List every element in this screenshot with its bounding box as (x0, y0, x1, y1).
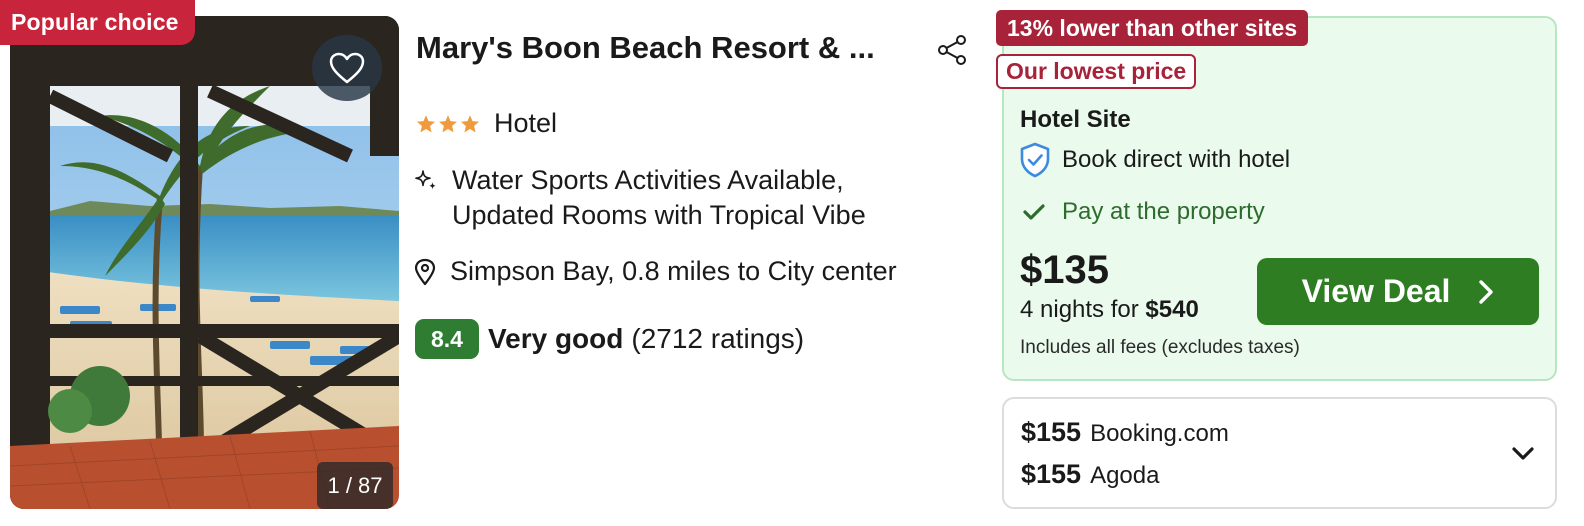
other-offers-dropdown[interactable]: $155 Booking.com $155 Agoda (1002, 397, 1557, 509)
amenity-text: Water Sports Activities Available, Updat… (452, 163, 866, 233)
stay-total-amount: $540 (1145, 296, 1199, 323)
rating-count: (2712 ratings) (631, 323, 805, 354)
pay-at-property-row: Pay at the property (1022, 198, 1265, 226)
rating-label: Very good (488, 323, 624, 354)
guest-rating[interactable]: 8.4 Very good (2712 ratings) (415, 319, 804, 359)
offer-site: Agoda (1090, 462, 1160, 489)
stay-total-label: 4 nights for (1020, 296, 1139, 323)
star-icon (439, 114, 457, 132)
chevron-down-icon[interactable] (1510, 443, 1536, 465)
offer-price: $155 (1021, 417, 1082, 447)
location-text: Simpson Bay, 0.8 miles to City center (450, 256, 897, 286)
nightly-price: $135 (1020, 248, 1109, 292)
star-icon (417, 114, 435, 132)
view-deal-label: View Deal (1301, 273, 1451, 309)
share-icon (938, 35, 966, 65)
location-row: Simpson Bay, 0.8 miles to City center (414, 256, 897, 287)
deal-site-name: Hotel Site (1020, 106, 1131, 133)
hotel-listing-card: Popular choice 1 / 87 Mary's Boon Beach … (0, 0, 1584, 526)
offer-row: $155 Agoda (1021, 459, 1159, 490)
offer-row: $155 Booking.com (1021, 417, 1229, 448)
property-type: Hotel (494, 108, 558, 138)
book-direct-row: Book direct with hotel (1018, 142, 1290, 178)
pay-at-property-text: Pay at the property (1062, 198, 1265, 225)
rating-score-badge: 8.4 (415, 319, 479, 359)
favorite-button[interactable] (312, 35, 382, 101)
book-direct-text: Book direct with hotel (1062, 146, 1291, 173)
popular-choice-badge: Popular choice (0, 0, 195, 45)
shield-check-icon (1020, 142, 1050, 178)
amenity-line: Water Sports Activities Available, (452, 165, 844, 195)
check-icon (1023, 204, 1045, 220)
chevron-right-icon (1478, 279, 1494, 305)
offer-price: $155 (1021, 459, 1082, 489)
hotel-name[interactable]: Mary's Boon Beach Resort & ... (416, 30, 916, 66)
fees-note: Includes all fees (excludes taxes) (1020, 337, 1300, 358)
lowest-price-tag: Our lowest price (996, 54, 1197, 89)
stay-total: 4 nights for $540 (1020, 296, 1199, 324)
share-button[interactable] (936, 34, 968, 66)
photo-counter: 1 / 87 (317, 462, 393, 509)
hotel-class-row: Hotel (416, 108, 557, 139)
heart-icon (329, 52, 365, 84)
map-pin-icon (414, 258, 436, 285)
view-deal-button[interactable]: View Deal (1257, 258, 1539, 325)
savings-tag: 13% lower than other sites (996, 10, 1309, 46)
amenity-highlight: Water Sports Activities Available, Updat… (414, 163, 866, 233)
star-rating (416, 114, 480, 134)
offer-site: Booking.com (1090, 420, 1229, 447)
amenity-line: Updated Rooms with Tropical Vibe (452, 200, 866, 230)
sparkle-icon (415, 170, 436, 190)
star-icon (461, 114, 479, 132)
